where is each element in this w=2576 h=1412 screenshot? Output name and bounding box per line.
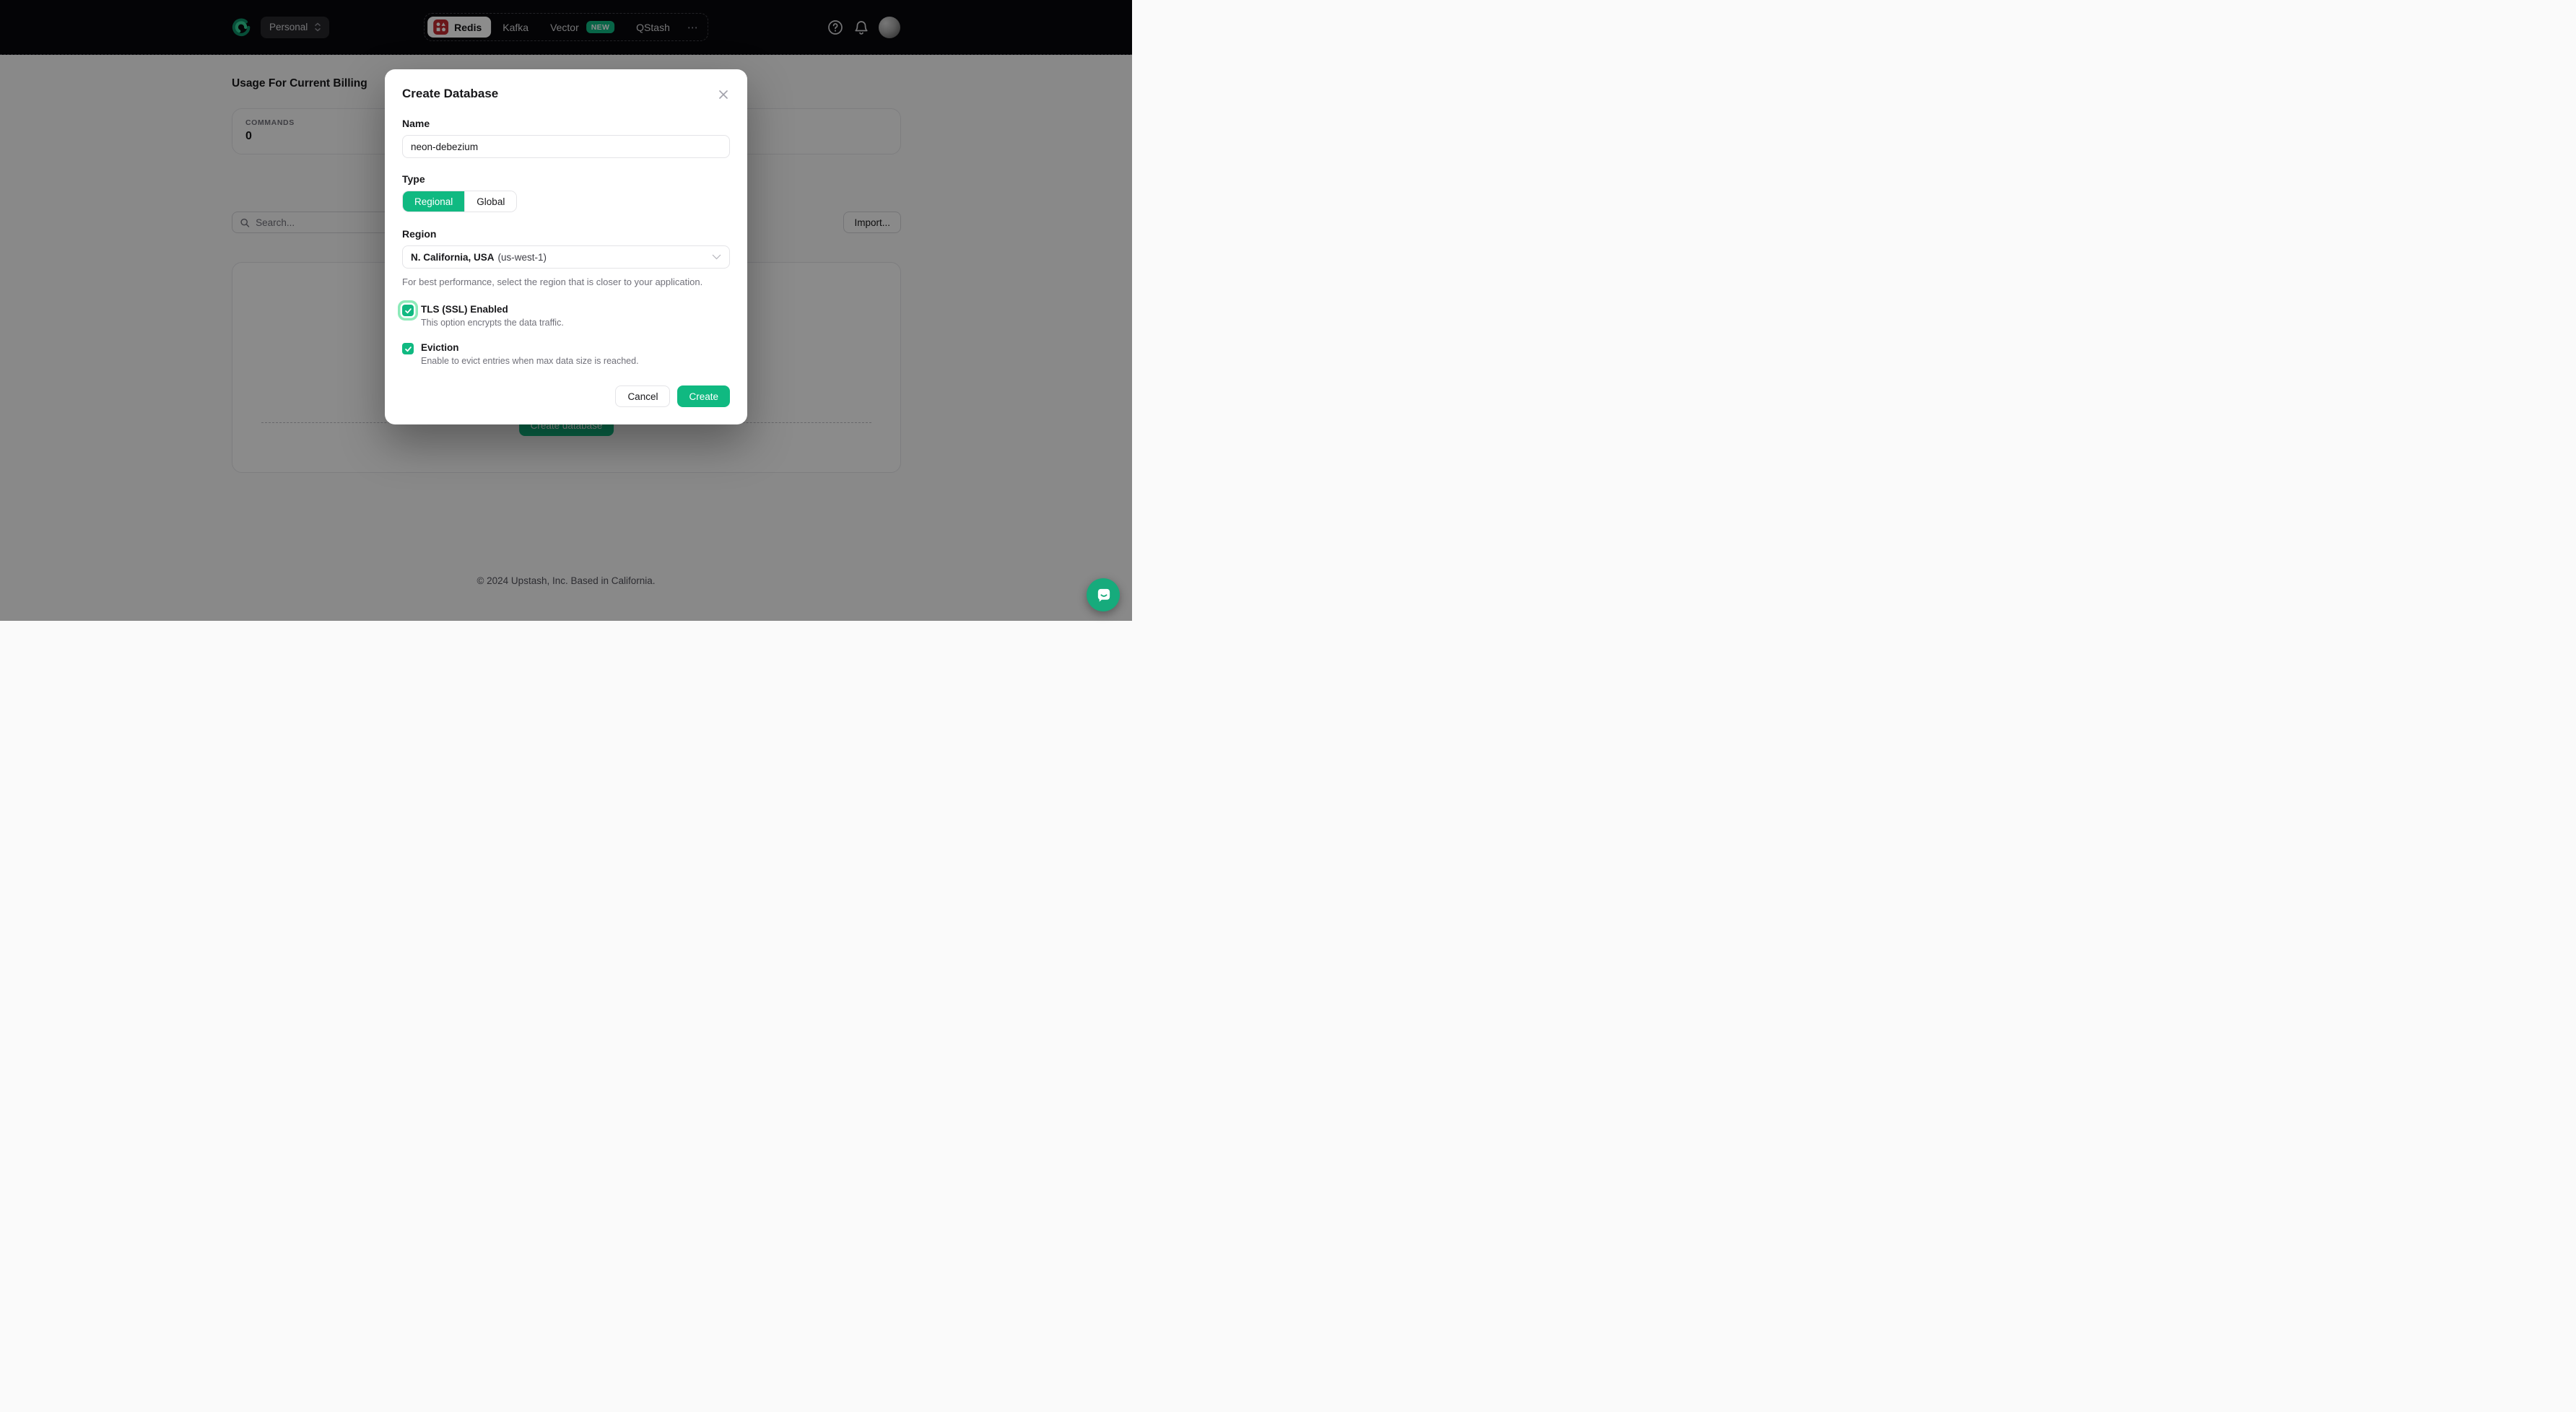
type-option-global[interactable]: Global (464, 191, 516, 212)
modal-header: Create Database (402, 87, 730, 101)
chevron-down-icon (712, 254, 721, 260)
eviction-description: Enable to evict entries when max data si… (421, 356, 639, 366)
create-button[interactable]: Create (677, 385, 730, 407)
type-option-regional[interactable]: Regional (403, 191, 464, 212)
cancel-button[interactable]: Cancel (615, 385, 670, 407)
page: Personal Redis Kafk (0, 0, 1132, 621)
create-database-modal: Create Database Name Type Regional Globa… (385, 69, 747, 424)
tls-label: TLS (SSL) Enabled (421, 304, 564, 315)
tls-setting-row: TLS (SSL) Enabled This option encrypts t… (402, 304, 730, 328)
check-icon (404, 345, 412, 353)
region-selected-name: N. California, USA (411, 252, 495, 263)
chat-bubble-icon (1095, 587, 1112, 603)
check-icon (404, 307, 412, 315)
close-icon[interactable] (717, 88, 730, 101)
modal-title: Create Database (402, 87, 498, 101)
region-selected-code: (us-west-1) (498, 252, 547, 263)
chat-launcher-button[interactable] (1087, 578, 1120, 611)
name-label: Name (402, 118, 730, 129)
tls-texts: TLS (SSL) Enabled This option encrypts t… (421, 304, 564, 328)
type-segmented-control: Regional Global (402, 191, 517, 212)
region-select[interactable]: N. California, USA (us-west-1) (402, 245, 730, 269)
database-name-input[interactable] (402, 135, 730, 158)
region-label: Region (402, 228, 730, 240)
eviction-checkbox[interactable] (402, 343, 414, 354)
eviction-label: Eviction (421, 342, 639, 353)
eviction-setting-row: Eviction Enable to evict entries when ma… (402, 342, 730, 366)
type-label: Type (402, 173, 730, 185)
tls-description: This option encrypts the data traffic. (421, 318, 564, 328)
region-helper-text: For best performance, select the region … (402, 276, 730, 287)
tls-checkbox[interactable] (402, 305, 414, 316)
modal-actions: Cancel Create (402, 385, 730, 407)
eviction-texts: Eviction Enable to evict entries when ma… (421, 342, 639, 366)
